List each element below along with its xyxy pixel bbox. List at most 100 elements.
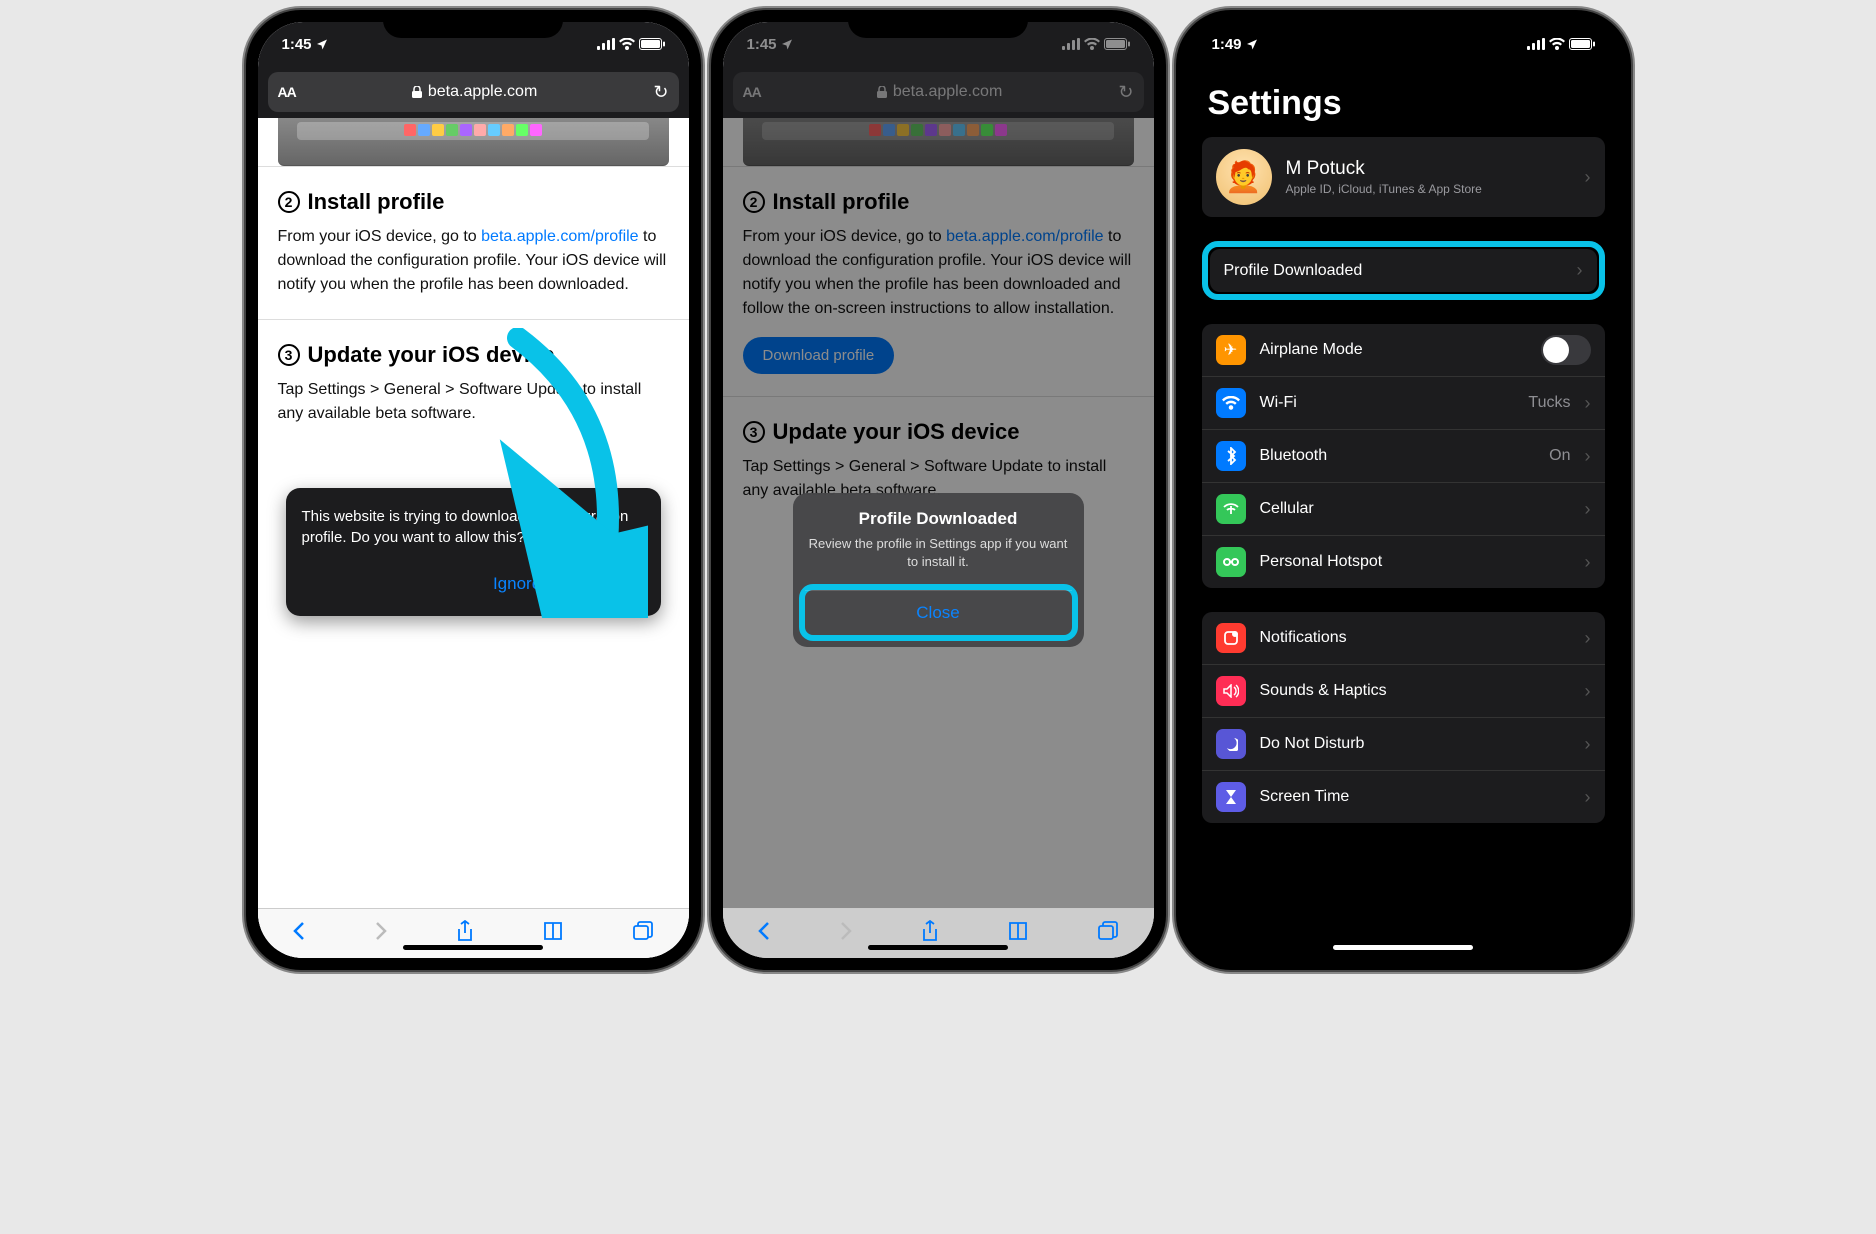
wifi-icon xyxy=(1549,38,1565,50)
notch xyxy=(1313,10,1493,38)
chevron-right-icon: › xyxy=(1585,446,1591,467)
url-text[interactable]: beta.apple.com xyxy=(761,83,1119,101)
home-indicator[interactable] xyxy=(403,945,543,950)
chevron-right-icon: › xyxy=(1585,787,1591,808)
share-button[interactable] xyxy=(921,920,939,948)
safari-page: 2 Install profile From your iOS device, … xyxy=(258,118,689,958)
home-indicator[interactable] xyxy=(1333,945,1473,950)
apple-id-group: 🧑‍🦰 M Potuck Apple ID, iCloud, iTunes & … xyxy=(1202,137,1605,217)
chevron-right-icon: › xyxy=(1585,734,1591,755)
ignore-button[interactable]: Ignore xyxy=(493,574,541,594)
url-text[interactable]: beta.apple.com xyxy=(296,83,654,101)
home-indicator[interactable] xyxy=(868,945,1008,950)
notifications-row[interactable]: Notifications › xyxy=(1202,612,1605,665)
hotspot-row[interactable]: Personal Hotspot › xyxy=(1202,536,1605,588)
signal-icon xyxy=(597,38,615,50)
airplane-mode-row[interactable]: ✈ Airplane Mode xyxy=(1202,324,1605,377)
chevron-right-icon: › xyxy=(1585,499,1591,520)
text-size-button[interactable]: AA xyxy=(743,84,761,100)
cellular-icon xyxy=(1216,494,1246,524)
profile-subtitle: Apple ID, iCloud, iTunes & App Store xyxy=(1286,182,1571,196)
profile-link[interactable]: beta.apple.com/profile xyxy=(481,228,638,245)
bookmarks-button[interactable] xyxy=(542,921,564,947)
phone-2: 1:45 AA beta.apple.com ↻ xyxy=(711,10,1166,970)
download-profile-alert: This website is trying to download a con… xyxy=(286,488,661,616)
alert-message: Review the profile in Settings app if yo… xyxy=(807,535,1070,570)
safari-url-bar[interactable]: AA beta.apple.com ↻ xyxy=(268,72,679,112)
profile-downloaded-row[interactable]: Profile Downloaded › xyxy=(1210,249,1597,292)
back-button[interactable] xyxy=(757,921,771,947)
profile-downloaded-alert: Profile Downloaded Review the profile in… xyxy=(793,493,1084,647)
safari-toolbar xyxy=(258,908,689,958)
section-3-heading: 3 Update your iOS device xyxy=(278,342,669,368)
moon-icon xyxy=(1216,729,1246,759)
status-time: 1:49 xyxy=(1212,36,1242,53)
apple-id-row[interactable]: 🧑‍🦰 M Potuck Apple ID, iCloud, iTunes & … xyxy=(1202,137,1605,217)
forward-button[interactable] xyxy=(839,921,853,947)
tabs-button[interactable] xyxy=(632,921,654,947)
macbook-image xyxy=(278,118,669,166)
safari-url-bar[interactable]: AA beta.apple.com ↻ xyxy=(733,72,1144,112)
chevron-right-icon: › xyxy=(1585,552,1591,573)
hotspot-icon xyxy=(1216,547,1246,577)
tabs-button[interactable] xyxy=(1097,921,1119,947)
chevron-right-icon: › xyxy=(1585,167,1591,188)
profile-downloaded-highlight: Profile Downloaded › xyxy=(1202,241,1605,300)
text-size-button[interactable]: AA xyxy=(278,84,296,100)
wifi-icon xyxy=(619,38,635,50)
sounds-row[interactable]: Sounds & Haptics › xyxy=(1202,665,1605,718)
reload-button[interactable]: ↻ xyxy=(653,82,668,103)
battery-icon xyxy=(1569,38,1595,50)
location-icon xyxy=(781,38,793,50)
airplane-toggle[interactable] xyxy=(1541,335,1591,365)
screentime-row[interactable]: Screen Time › xyxy=(1202,771,1605,823)
reload-button[interactable]: ↻ xyxy=(1118,82,1133,103)
location-icon xyxy=(316,38,328,50)
alert-title: Profile Downloaded xyxy=(807,509,1070,529)
back-button[interactable] xyxy=(292,921,306,947)
status-time: 1:45 xyxy=(747,36,777,53)
avatar: 🧑‍🦰 xyxy=(1216,149,1272,205)
alert-message: This website is trying to download a con… xyxy=(302,506,645,548)
signal-icon xyxy=(1062,38,1080,50)
phone-1: 1:45 AA beta.apple.com ↻ xyxy=(246,10,701,970)
chevron-right-icon: › xyxy=(1577,260,1583,281)
allow-button[interactable]: Allow xyxy=(563,562,644,606)
section-install-profile: 2 Install profile From your iOS device, … xyxy=(258,166,689,319)
wifi-icon xyxy=(1216,388,1246,418)
section-update-ios: 3 Update your iOS device Tap Settings > … xyxy=(258,319,689,448)
section-2-heading: 2 Install profile xyxy=(278,189,669,215)
battery-icon xyxy=(1104,38,1130,50)
hourglass-icon xyxy=(1216,782,1246,812)
chevron-right-icon: › xyxy=(1585,681,1591,702)
dnd-row[interactable]: Do Not Disturb › xyxy=(1202,718,1605,771)
notch xyxy=(383,10,563,38)
bluetooth-row[interactable]: Bluetooth On › xyxy=(1202,430,1605,483)
settings-screen: Settings 🧑‍🦰 M Potuck Apple ID, iCloud, … xyxy=(1188,66,1619,958)
connectivity-group: ✈ Airplane Mode Wi-Fi Tucks › xyxy=(1202,324,1605,588)
profile-name: M Potuck xyxy=(1286,158,1571,180)
cellular-row[interactable]: Cellular › xyxy=(1202,483,1605,536)
step-2-badge: 2 xyxy=(278,191,300,213)
chevron-right-icon: › xyxy=(1585,393,1591,414)
forward-button[interactable] xyxy=(374,921,388,947)
alerts-group: Notifications › Sounds & Haptics › xyxy=(1202,612,1605,823)
bookmarks-button[interactable] xyxy=(1007,921,1029,947)
notch xyxy=(848,10,1028,38)
bluetooth-icon xyxy=(1216,441,1246,471)
close-button[interactable]: Close xyxy=(805,590,1072,635)
notifications-icon xyxy=(1216,623,1246,653)
signal-icon xyxy=(1527,38,1545,50)
phone-3: 1:49 Settings 🧑‍🦰 M Potuck App xyxy=(1176,10,1631,970)
share-button[interactable] xyxy=(456,920,474,948)
airplane-icon: ✈ xyxy=(1216,335,1246,365)
status-time: 1:45 xyxy=(282,36,312,53)
safari-toolbar xyxy=(723,908,1154,958)
safari-page: 2Install profile From your iOS device, g… xyxy=(723,118,1154,958)
lock-icon xyxy=(877,86,887,98)
section-3-text: Tap Settings > General > Software Update… xyxy=(278,378,669,426)
bluetooth-value: On xyxy=(1549,447,1570,465)
location-icon xyxy=(1246,38,1258,50)
sounds-icon xyxy=(1216,676,1246,706)
wifi-row[interactable]: Wi-Fi Tucks › xyxy=(1202,377,1605,430)
